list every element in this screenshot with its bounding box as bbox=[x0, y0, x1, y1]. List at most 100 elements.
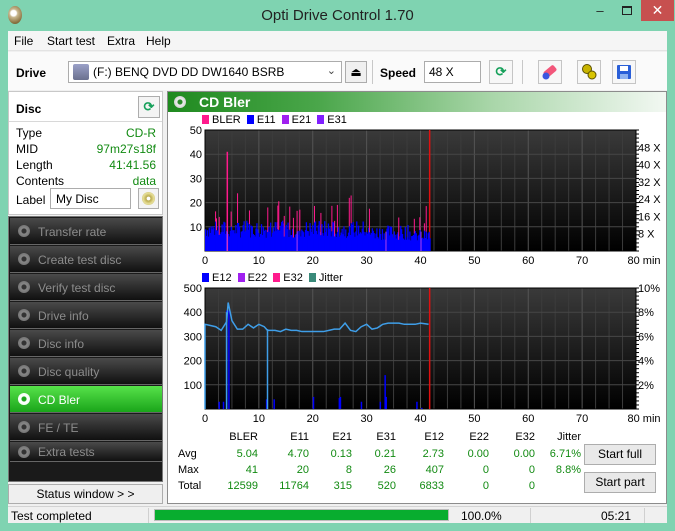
nav-drive-info[interactable]: Drive info bbox=[10, 302, 162, 329]
stats-cell: 12599 bbox=[227, 480, 258, 492]
left-panel: Disc ⟳ Type CD-R MID 97m27s18f Length 41:41… bbox=[8, 91, 163, 504]
e21-bar bbox=[226, 231, 228, 251]
x-tick-label: 80 min bbox=[627, 413, 660, 425]
disc-icon bbox=[18, 446, 30, 458]
eject-button[interactable]: ⏏ bbox=[345, 61, 367, 83]
save-icon bbox=[617, 65, 631, 79]
bler-bar bbox=[215, 218, 217, 231]
e12-bar bbox=[360, 401, 363, 409]
disc-icon bbox=[18, 365, 30, 377]
nav-label: CD Bler bbox=[38, 393, 81, 407]
x-tick-label: 60 bbox=[522, 413, 534, 425]
menu-start-test[interactable]: Start test bbox=[47, 34, 95, 48]
nav-disc-quality[interactable]: Disc quality bbox=[10, 358, 162, 385]
y-tick-label: 500 bbox=[184, 283, 202, 295]
stats-cell: 520 bbox=[377, 480, 396, 492]
nav-verify-test-disc[interactable]: Verify test disc bbox=[10, 274, 162, 301]
x-tick-label: 60 bbox=[522, 255, 534, 267]
erase-button[interactable] bbox=[538, 60, 562, 84]
window-title: Opti Drive Control 1.70 bbox=[261, 7, 414, 24]
menu-extra[interactable]: Extra bbox=[107, 34, 135, 48]
x-tick-label: 20 bbox=[307, 413, 319, 425]
disc-refresh-button[interactable]: ⟳ bbox=[138, 96, 160, 118]
disc-icon bbox=[18, 281, 30, 293]
menu-bar: File Start test Extra Help bbox=[8, 31, 667, 51]
save-button[interactable] bbox=[612, 60, 636, 84]
menu-help[interactable]: Help bbox=[146, 34, 171, 48]
stats-cell: 315 bbox=[333, 480, 352, 492]
stats-cell: 0.21 bbox=[374, 448, 396, 460]
disc-type-key: Type bbox=[16, 126, 43, 140]
nav-disc-info[interactable]: Disc info bbox=[10, 330, 162, 357]
drive-select[interactable]: (F:) BENQ DVD DD DW1640 BSRB ⌄ bbox=[68, 61, 342, 83]
chevron-down-icon: ⌄ bbox=[429, 66, 439, 78]
bler-bar bbox=[313, 205, 315, 223]
disc-icon bbox=[18, 253, 30, 265]
progress-bar bbox=[154, 509, 449, 521]
y2-tick-label: 40 X bbox=[638, 160, 661, 172]
bler-bar bbox=[248, 210, 250, 225]
toolbar-divider bbox=[372, 60, 373, 84]
disc-label-key: Label bbox=[16, 193, 46, 207]
progress-text: 100.0% bbox=[461, 509, 502, 523]
e21-bar bbox=[420, 231, 422, 251]
title-bar: Opti Drive Control 1.70 – ✕ bbox=[0, 0, 675, 31]
stats-cell: 0.00 bbox=[513, 448, 535, 460]
y-tick-label: 200 bbox=[184, 356, 202, 368]
disc-mid-value: 97m27s18f bbox=[96, 142, 156, 156]
nav-create-test-disc[interactable]: Create test disc bbox=[10, 246, 162, 273]
nav-transfer-rate[interactable]: Transfer rate bbox=[10, 218, 162, 245]
y-tick-label: 30 bbox=[190, 173, 202, 185]
start-part-button[interactable]: Start part bbox=[584, 472, 656, 493]
bler-bar bbox=[425, 206, 427, 232]
bler-bar bbox=[350, 195, 352, 224]
x-tick-label: 0 bbox=[202, 413, 208, 425]
maximize-button[interactable] bbox=[614, 2, 640, 23]
menu-file[interactable]: File bbox=[14, 34, 33, 48]
nav-cd-bler[interactable]: CD Bler bbox=[10, 386, 162, 413]
y2-tick-label: 48 X bbox=[638, 142, 661, 154]
settings-button[interactable] bbox=[577, 60, 601, 84]
e12-bar bbox=[312, 396, 315, 409]
gears-icon bbox=[582, 64, 597, 80]
disc-icon bbox=[18, 309, 30, 321]
stats-cell: 0.00 bbox=[467, 448, 489, 460]
divider bbox=[530, 508, 531, 523]
nav-extra-tests[interactable]: Extra tests bbox=[10, 442, 162, 462]
speed-select[interactable]: 48 X ⌄ bbox=[424, 61, 481, 83]
cd-bler-panel: CD Bler BLER E11 E21 E31 10 20 30 40 50 0 10 20… bbox=[167, 91, 667, 504]
drive-value: (F:) BENQ DVD DD DW1640 BSRB bbox=[93, 65, 285, 79]
status-text: Test completed bbox=[11, 509, 92, 523]
e12-bar bbox=[416, 401, 418, 409]
panel-title: CD Bler bbox=[199, 94, 251, 110]
disc-length-row: Length 41:41.56 bbox=[16, 158, 156, 174]
bler-bar bbox=[368, 208, 370, 233]
x-tick-label: 70 bbox=[576, 413, 588, 425]
stats-cell: 407 bbox=[425, 464, 444, 476]
y2-tick-label: 10% bbox=[638, 283, 660, 295]
status-bar: Test completed 100.0% 05:21 bbox=[8, 506, 667, 523]
minimize-button[interactable]: – bbox=[587, 3, 613, 24]
x-tick-label: 20 bbox=[307, 255, 319, 267]
bler-bar bbox=[289, 206, 291, 230]
close-button[interactable]: ✕ bbox=[641, 0, 674, 21]
nav-fe-te[interactable]: FE / TE bbox=[10, 414, 162, 441]
y2-tick-label: 6% bbox=[638, 331, 654, 343]
disc-length-key: Length bbox=[16, 158, 53, 172]
disc-label-button[interactable] bbox=[138, 188, 159, 209]
bler-bar bbox=[419, 217, 421, 231]
e12-bar bbox=[228, 310, 230, 409]
disc-mid-row: MID 97m27s18f bbox=[16, 142, 156, 158]
e21-bar bbox=[296, 231, 298, 251]
y-tick-label: 300 bbox=[184, 331, 202, 343]
disc-icon bbox=[18, 225, 30, 237]
bler-bar bbox=[292, 217, 294, 238]
disc-label-input[interactable] bbox=[50, 188, 131, 209]
status-window-button[interactable]: Status window > > bbox=[8, 484, 163, 504]
e12-bar bbox=[339, 396, 342, 409]
start-full-button[interactable]: Start full bbox=[584, 444, 656, 465]
x-tick-label: 50 bbox=[468, 413, 480, 425]
nav-label: Disc info bbox=[38, 337, 85, 351]
y2-tick-label: 2% bbox=[638, 380, 654, 392]
refresh-speed-button[interactable]: ⟳ bbox=[489, 60, 513, 84]
